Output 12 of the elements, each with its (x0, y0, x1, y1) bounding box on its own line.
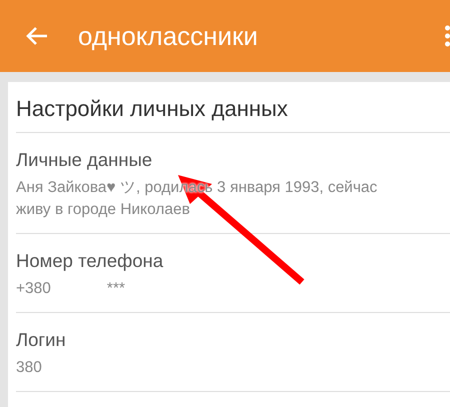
settings-item[interactable]: Номер телефона +380 *** (16, 234, 450, 313)
item-title: Личные данные (16, 149, 154, 171)
settings-item[interactable]: Логин 380 (16, 313, 450, 392)
more-menu-icon[interactable] (445, 25, 450, 47)
back-arrow-icon[interactable] (26, 26, 48, 46)
item-title: Логин (16, 329, 67, 351)
section-title: Настройки личных данных (16, 82, 450, 133)
app-title: одноклассники (78, 20, 259, 52)
item-value: +380 (16, 279, 51, 299)
item-title: Номер телефона (16, 250, 164, 272)
item-value: *** (106, 279, 126, 299)
item-value: 380 (16, 358, 42, 378)
